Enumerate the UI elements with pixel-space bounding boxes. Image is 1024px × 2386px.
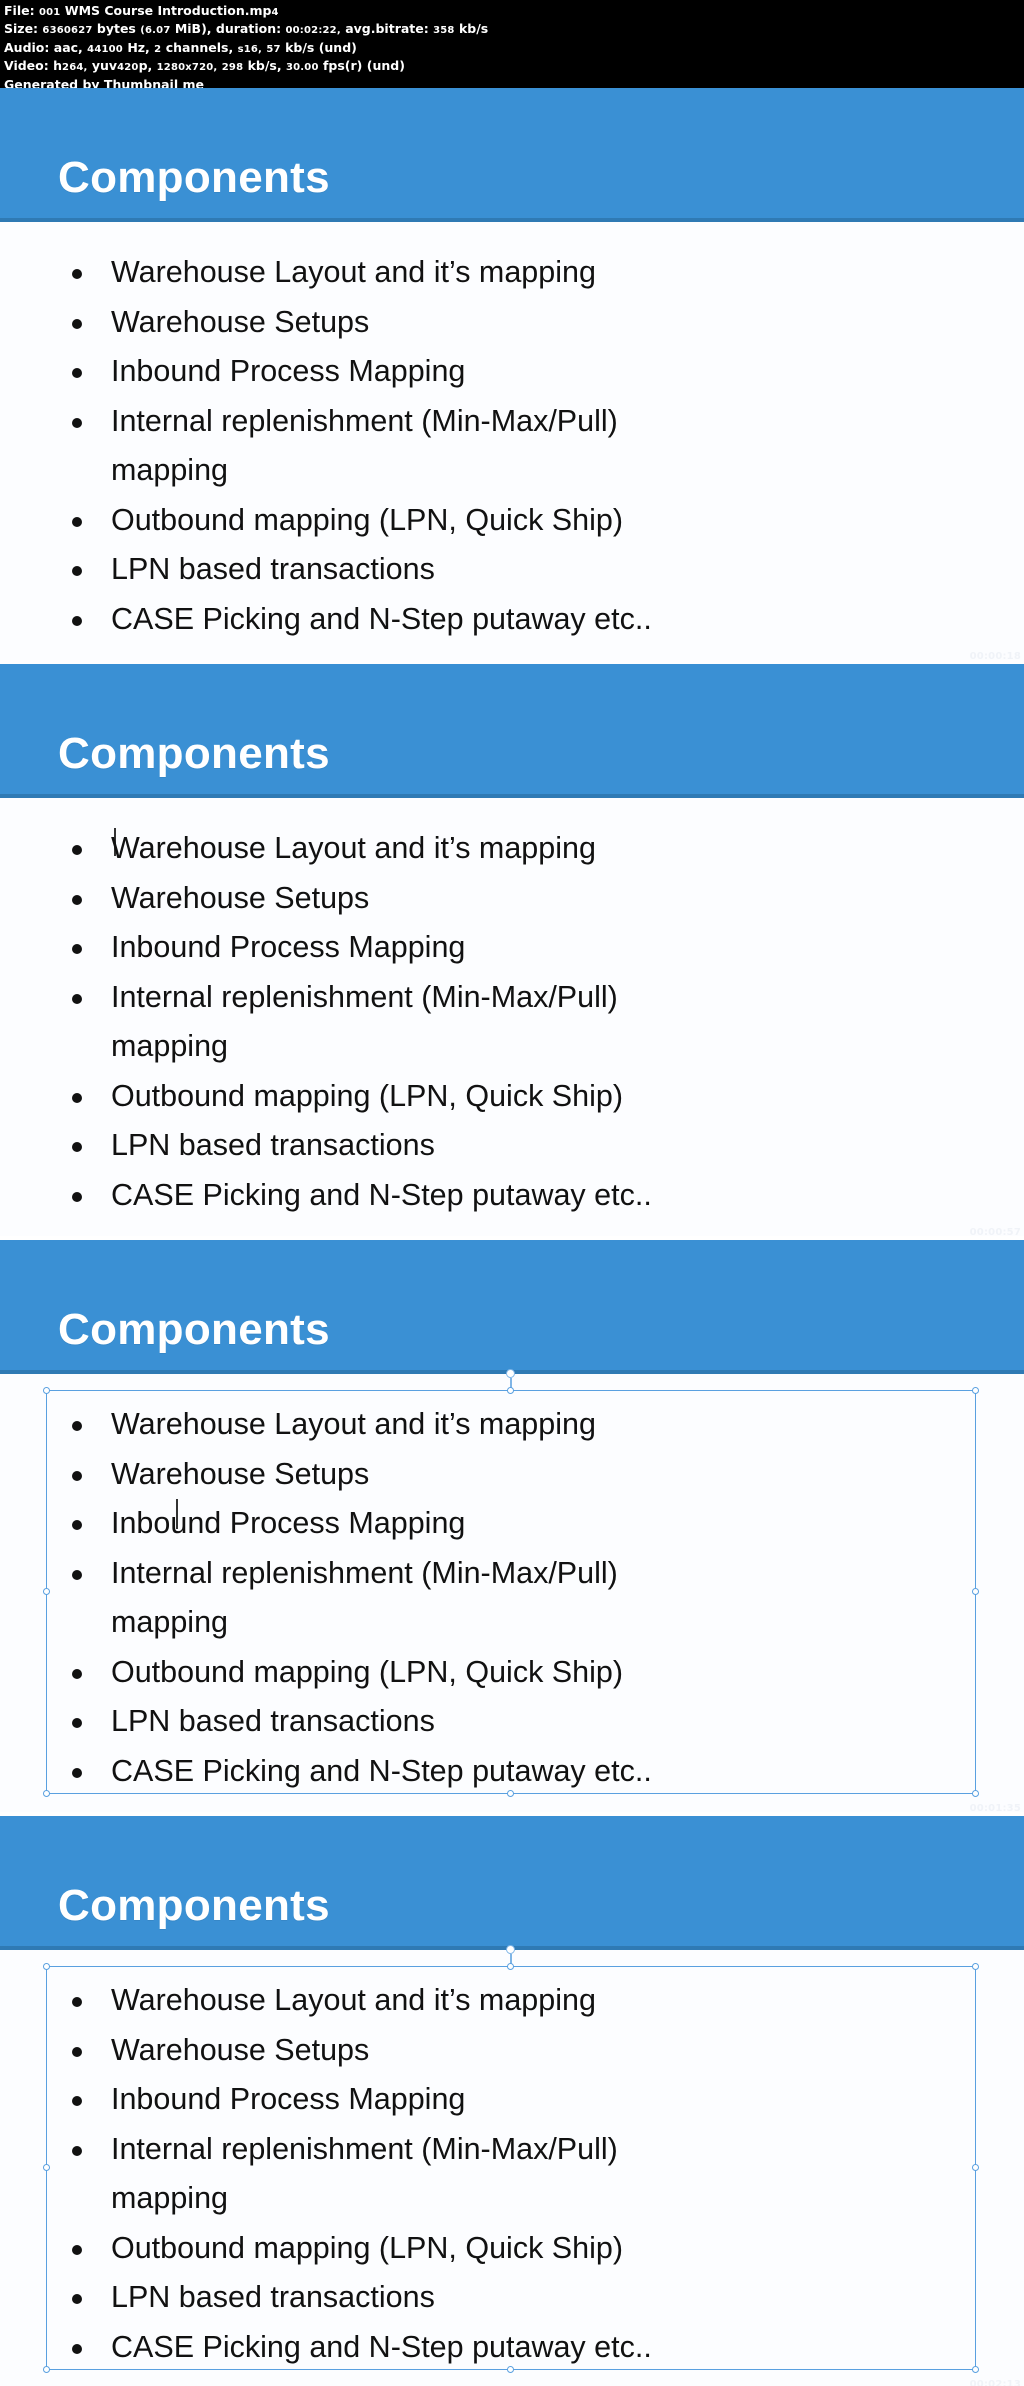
slide-title: Components — [58, 729, 330, 778]
list-item: Warehouse Setups — [66, 874, 1024, 924]
list-item: Internal replenishment (Min-Max/Pull) ma… — [66, 973, 1024, 1072]
slide-title: Components — [58, 1305, 330, 1354]
video-fps-unit: fps(r) (und) — [322, 58, 405, 74]
list-item: CASE Picking and N-Step putaway etc.. — [66, 595, 1024, 645]
rotate-stem — [510, 1954, 512, 1967]
size-bytes: 6360627 — [42, 25, 93, 37]
list-item: Inbound Process Mapping — [66, 1499, 1024, 1549]
slide-body: Warehouse Layout and it’s mapping Wareho… — [0, 222, 1024, 660]
list-item: Warehouse Layout and it’s mapping — [66, 1400, 1024, 1450]
video-bitrate: 298 — [221, 62, 244, 74]
size-label: Size: — [4, 21, 39, 37]
video-frame-1[interactable]: Components Warehouse Layout and it’s map… — [0, 88, 1024, 664]
audio-label: Audio: — [4, 39, 50, 55]
audio-rate-unit: Hz, — [127, 39, 150, 55]
slide-title-band: Components — [0, 1816, 1024, 1950]
slide-title: Components — [58, 153, 330, 202]
list-item: Warehouse Setups — [66, 2026, 1024, 2076]
frame-timestamp: 00:00:18 — [969, 651, 1021, 662]
list-item: LPN based transactions — [66, 545, 1024, 595]
slide-title-band: Components — [0, 1240, 1024, 1374]
frame-timestamp: 00:00:57 — [969, 1227, 1021, 1238]
video-bitrate-unit: kb/s, — [247, 58, 282, 74]
video-resolution: 1280x720, — [156, 62, 218, 74]
bitrate-value: 358 — [433, 25, 455, 37]
list-item: Outbound mapping (LPN, Quick Ship) — [66, 496, 1024, 546]
list-item: LPN based transactions — [66, 2273, 1024, 2323]
audio-bitrate: 57 — [266, 43, 281, 55]
list-item: Inbound Process Mapping — [66, 923, 1024, 973]
list-item: Outbound mapping (LPN, Quick Ship) — [66, 1648, 1024, 1698]
slide-body: Warehouse Layout and it’s mapping Wareho… — [0, 1945, 1024, 2386]
list-item: CASE Picking and N-Step putaway etc.. — [66, 1171, 1024, 1221]
list-item: Warehouse Setups — [66, 1450, 1024, 1500]
list-item: Warehouse Layout and it’s mapping — [66, 248, 1024, 298]
thumbnail-contact-sheet: File: 001 WMS Course Introduction.mp4 Si… — [0, 0, 1024, 2386]
slide-body: Warehouse Layout and it’s mapping Wareho… — [0, 798, 1024, 1236]
list-item: LPN based transactions — [66, 1121, 1024, 1171]
resize-handle-top-left[interactable] — [43, 1963, 50, 1970]
list-item: LPN based transactions — [66, 1697, 1024, 1747]
bullet-list: Warehouse Layout and it’s mapping Wareho… — [0, 248, 1024, 644]
frame-grid: Components Warehouse Layout and it’s map… — [0, 88, 1024, 2386]
size-bytes-unit: bytes — [96, 21, 136, 37]
metadata-audio-line: Audio: aac, 44100 Hz, 2 channels, s16, 5… — [4, 40, 1024, 58]
slide-title: Components — [58, 1881, 330, 1930]
file-index: 001 — [38, 7, 61, 18]
duration-value: 00:02:22, — [285, 25, 341, 37]
list-item: Warehouse Layout and it’s mapping — [66, 1976, 1024, 2026]
file-label: File: — [4, 3, 35, 18]
frame-timestamp: 00:02:13 — [969, 2379, 1021, 2386]
bitrate-unit: kb/s — [458, 21, 489, 37]
metadata-video-line: Video: h264, yuv420p, 1280x720, 298 kb/s… — [4, 58, 405, 74]
slide-title-band: Components — [0, 88, 1024, 222]
list-item: CASE Picking and N-Step putaway etc.. — [66, 1747, 1024, 1797]
audio-channels-num: 2 — [154, 43, 162, 55]
list-item: Outbound mapping (LPN, Quick Ship) — [66, 1072, 1024, 1122]
audio-bitrate-unit: kb/s (und) — [285, 39, 357, 55]
video-fps: 30.00 — [285, 62, 319, 74]
video-frame-2[interactable]: Components Warehouse Layout and it’s map… — [0, 664, 1024, 1240]
list-item: Internal replenishment (Min-Max/Pull) ma… — [66, 1549, 1024, 1648]
bitrate-label: avg.bitrate: — [345, 21, 429, 37]
list-item: Internal replenishment (Min-Max/Pull) ma… — [66, 2125, 1024, 2224]
resize-handle-top-center[interactable] — [507, 1387, 514, 1394]
metadata-file-line: File: 001 WMS Course Introduction.mp4 — [4, 3, 279, 18]
list-item: Warehouse Layout and it’s mapping — [66, 824, 1024, 874]
video-metadata-header: File: 001 WMS Course Introduction.mp4 Si… — [0, 0, 1024, 92]
bullet-list[interactable]: Warehouse Layout and it’s mapping Wareho… — [0, 1400, 1024, 1796]
slide-body: Warehouse Layout and it’s mapping Wareho… — [0, 1369, 1024, 1812]
video-frame-4[interactable]: Components Warehouse Layout and it’s map… — [0, 1816, 1024, 2386]
audio-channels-unit: channels, — [165, 39, 234, 55]
list-item: Internal replenishment (Min-Max/Pull) ma… — [66, 397, 1024, 496]
file-name: WMS Course Introduction.mp — [60, 3, 272, 18]
rotate-stem — [510, 1378, 512, 1391]
list-item: CASE Picking and N-Step putaway etc.. — [66, 2323, 1024, 2373]
duration-label: duration: — [215, 21, 282, 37]
bullet-list[interactable]: Warehouse Layout and it’s mapping Wareho… — [0, 1976, 1024, 2372]
audio-codec: aac, — [53, 39, 83, 55]
list-item: Inbound Process Mapping — [66, 2075, 1024, 2125]
slide-title-band: Components — [0, 664, 1024, 798]
video-frame-3[interactable]: Components Warehouse Layout and it’s map… — [0, 1240, 1024, 1816]
audio-rate: 44100 — [87, 43, 123, 55]
list-item: Inbound Process Mapping — [66, 347, 1024, 397]
list-item: Outbound mapping (LPN, Quick Ship) — [66, 2224, 1024, 2274]
list-item: Warehouse Setups — [66, 298, 1024, 348]
resize-handle-top-right[interactable] — [972, 1387, 979, 1394]
bullet-list: Warehouse Layout and it’s mapping Wareho… — [0, 824, 1024, 1220]
resize-handle-top-center[interactable] — [507, 1963, 514, 1970]
metadata-size-line: Size: 6360627 bytes (6.07 MiB), duration… — [4, 21, 489, 37]
frame-timestamp: 00:01:35 — [969, 1803, 1021, 1814]
video-label: Video: — [4, 58, 49, 74]
audio-sample-fmt: s16, — [237, 43, 263, 55]
resize-handle-top-left[interactable] — [43, 1387, 50, 1394]
resize-handle-top-right[interactable] — [972, 1963, 979, 1970]
